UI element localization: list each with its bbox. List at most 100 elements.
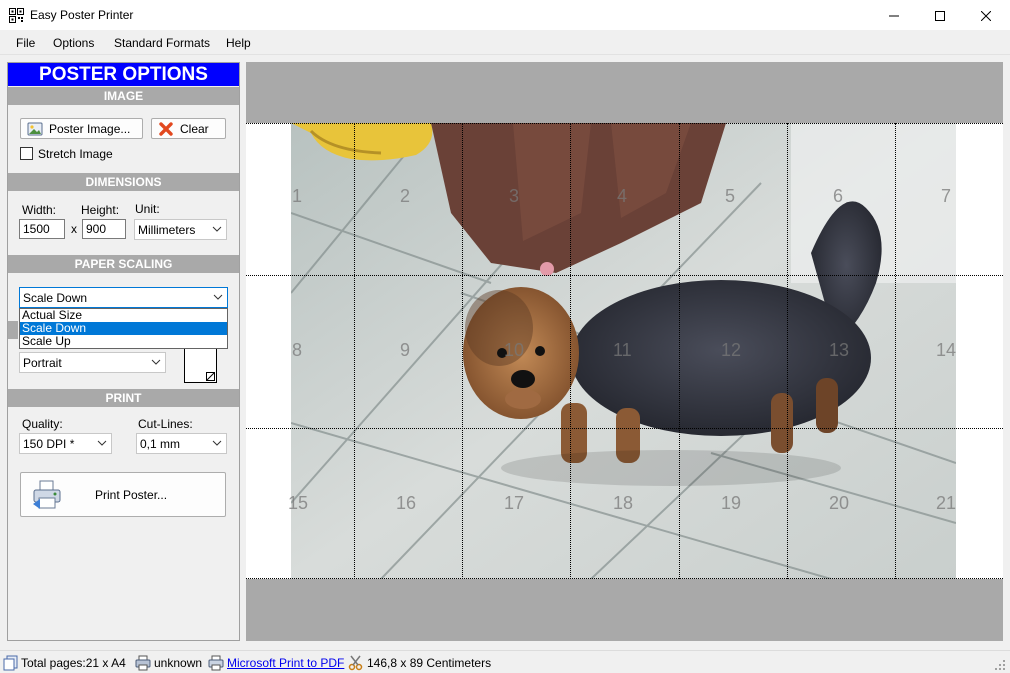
tile-number: 6: [833, 186, 844, 206]
chevron-down-icon: [213, 294, 223, 300]
menu-help[interactable]: Help: [226, 36, 251, 50]
clear-button[interactable]: Clear: [151, 118, 226, 139]
page-corner-icon: [206, 372, 215, 381]
printer-link[interactable]: Microsoft Print to PDF: [227, 656, 344, 670]
section-header-print: PRINT: [8, 389, 239, 407]
tile-number: 5: [725, 186, 736, 206]
quality-value: 150 DPI *: [23, 437, 75, 451]
section-header-dimensions: DIMENSIONS: [8, 173, 239, 191]
cut-line: [895, 123, 896, 579]
cut-line: [679, 123, 680, 579]
cutlines-select[interactable]: 0,1 mm: [136, 433, 227, 454]
orientation-select[interactable]: Portrait: [19, 352, 166, 373]
window-title: Easy Poster Printer: [30, 8, 134, 22]
clear-x-icon: [159, 121, 173, 136]
quality-select[interactable]: 150 DPI *: [19, 433, 112, 454]
poster-image-label: Poster Image...: [49, 121, 131, 136]
paper-scaling-select[interactable]: Scale Down: [19, 287, 228, 308]
cutlines-value: 0,1 mm: [140, 437, 181, 451]
width-label: Width:: [22, 203, 57, 217]
minimize-button[interactable]: [871, 0, 917, 31]
menu-file[interactable]: File: [16, 36, 35, 50]
tile-number: 17: [504, 493, 525, 513]
poster-image-button[interactable]: Poster Image...: [20, 118, 143, 139]
close-button[interactable]: [963, 0, 1009, 31]
stretch-image-checkbox[interactable]: [20, 147, 33, 160]
tile-number: 3: [509, 186, 520, 206]
grid-app-icon: [9, 8, 24, 23]
quality-label: Quality:: [22, 417, 63, 431]
unit-value: Millimeters: [138, 223, 196, 237]
tile-number: 19: [721, 493, 742, 513]
tile-number: 2: [400, 186, 411, 206]
panel-title: POSTER OPTIONS: [8, 63, 239, 86]
paper-preview: [184, 346, 217, 383]
paper-scaling-value: Scale Down: [23, 291, 88, 305]
unit-select[interactable]: Millimeters: [134, 219, 227, 240]
cutlines-label: Cut-Lines:: [138, 417, 193, 431]
minimize-icon: [889, 15, 899, 16]
cut-line: [246, 123, 1003, 124]
poster-sheet: 1 2 3 4 5 6 7 8 9 10 11 12 13 14 15 16 1…: [246, 123, 1003, 579]
chevron-down-icon: [151, 359, 161, 365]
printer-icon: [33, 480, 61, 509]
print-poster-button[interactable]: Print Poster...: [20, 472, 226, 517]
poster-preview-area[interactable]: 1 2 3 4 5 6 7 8 9 10 11 12 13 14 15 16 1…: [246, 62, 1003, 641]
menu-options[interactable]: Options: [53, 36, 94, 50]
tile-number: 10: [504, 340, 525, 360]
tile-number: 20: [829, 493, 850, 513]
printer-status-icon: [135, 655, 151, 671]
chevron-down-icon: [97, 440, 107, 446]
tile-number: 18: [613, 493, 634, 513]
chevron-down-icon: [212, 226, 222, 232]
tile-number: 21: [936, 493, 957, 513]
total-pages-text: Total pages:21 x A4: [21, 656, 126, 670]
tile-number: 1: [292, 186, 303, 206]
tile-number: 7: [941, 186, 952, 206]
clear-label: Clear: [180, 121, 209, 136]
stretch-image-label: Stretch Image: [38, 147, 113, 161]
height-label: Height:: [81, 203, 120, 217]
cut-line: [462, 123, 463, 579]
maximize-button[interactable]: [917, 0, 963, 31]
tile-number: 11: [613, 340, 632, 360]
unit-label: Unit:: [135, 202, 160, 216]
cut-line: [246, 275, 1003, 276]
resize-grip-icon[interactable]: [994, 659, 1006, 671]
pages-icon: [3, 655, 18, 671]
tile-number: 9: [400, 340, 411, 360]
tile-number: 8: [292, 340, 303, 360]
option-scale-up[interactable]: Scale Up: [20, 335, 227, 348]
close-icon: [981, 10, 991, 21]
cut-line: [246, 578, 1003, 579]
menu-standard-formats[interactable]: Standard Formats: [114, 36, 210, 50]
pdf-printer-icon: [208, 655, 224, 671]
scissors-icon: [348, 655, 363, 671]
cut-line: [354, 123, 355, 579]
cut-line: [570, 123, 571, 579]
section-header-paper-scaling: PAPER SCALING: [8, 255, 239, 273]
unknown-text: unknown: [154, 656, 203, 670]
tile-number: 4: [617, 186, 628, 206]
section-header-image: IMAGE: [8, 87, 239, 105]
width-input[interactable]: 1500: [19, 219, 65, 239]
orientation-value: Portrait: [23, 356, 62, 370]
section-header-orientation-partial: [8, 321, 18, 339]
tile-number: 14: [936, 340, 957, 360]
cut-line: [787, 123, 788, 579]
times-sign: x: [71, 222, 77, 236]
paper-scaling-dropdown: Actual Size Scale Down Scale Up: [19, 308, 228, 349]
tile-number: 15: [288, 493, 309, 513]
status-bar: Total pages:21 x A4 unknown Microsoft Pr…: [0, 650, 1010, 673]
tile-number: 12: [721, 340, 742, 360]
cut-line: [246, 428, 1003, 429]
menu-bar: File Options Standard Formats Help: [0, 31, 1010, 55]
picture-icon: [27, 122, 43, 135]
tile-number: 16: [396, 493, 417, 513]
title-bar: Easy Poster Printer: [0, 0, 1010, 31]
maximize-icon: [935, 10, 945, 21]
chevron-down-icon: [212, 440, 222, 446]
height-input[interactable]: 900: [82, 219, 126, 239]
poster-options-panel: POSTER OPTIONS IMAGE Poster Image... Cle…: [7, 62, 240, 641]
poster-size-text: 146,8 x 89 Centimeters: [367, 656, 492, 670]
